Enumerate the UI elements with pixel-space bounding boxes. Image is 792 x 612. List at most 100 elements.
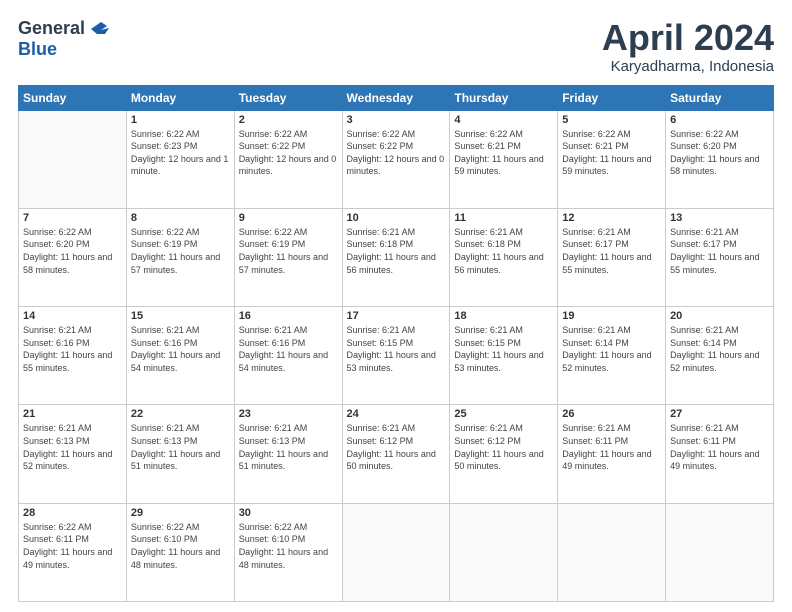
header-saturday: Saturday bbox=[666, 85, 774, 110]
day-number: 23 bbox=[239, 408, 338, 420]
day-number: 5 bbox=[562, 114, 661, 126]
day-info: Sunrise: 6:22 AM Sunset: 6:19 PM Dayligh… bbox=[131, 226, 230, 276]
table-row: 18 Sunrise: 6:21 AM Sunset: 6:15 PM Dayl… bbox=[450, 307, 558, 405]
table-row: 7 Sunrise: 6:22 AM Sunset: 6:20 PM Dayli… bbox=[19, 208, 127, 306]
day-number: 15 bbox=[131, 310, 230, 322]
table-row: 24 Sunrise: 6:21 AM Sunset: 6:12 PM Dayl… bbox=[342, 405, 450, 503]
day-number: 30 bbox=[239, 507, 338, 519]
day-number: 19 bbox=[562, 310, 661, 322]
day-number: 28 bbox=[23, 507, 122, 519]
header-tuesday: Tuesday bbox=[234, 85, 342, 110]
day-number: 21 bbox=[23, 408, 122, 420]
day-number: 8 bbox=[131, 212, 230, 224]
table-row bbox=[450, 503, 558, 601]
table-row: 20 Sunrise: 6:21 AM Sunset: 6:14 PM Dayl… bbox=[666, 307, 774, 405]
day-number: 22 bbox=[131, 408, 230, 420]
day-info: Sunrise: 6:21 AM Sunset: 6:13 PM Dayligh… bbox=[131, 422, 230, 472]
day-info: Sunrise: 6:21 AM Sunset: 6:14 PM Dayligh… bbox=[562, 324, 661, 374]
table-row: 15 Sunrise: 6:21 AM Sunset: 6:16 PM Dayl… bbox=[126, 307, 234, 405]
header: General Blue April 2024 Karyadharma, Ind… bbox=[18, 18, 774, 75]
table-row bbox=[19, 110, 127, 208]
calendar-week-row: 28 Sunrise: 6:22 AM Sunset: 6:11 PM Dayl… bbox=[19, 503, 774, 601]
table-row: 9 Sunrise: 6:22 AM Sunset: 6:19 PM Dayli… bbox=[234, 208, 342, 306]
day-number: 2 bbox=[239, 114, 338, 126]
day-info: Sunrise: 6:22 AM Sunset: 6:20 PM Dayligh… bbox=[670, 128, 769, 178]
day-info: Sunrise: 6:22 AM Sunset: 6:23 PM Dayligh… bbox=[131, 128, 230, 178]
logo: General Blue bbox=[18, 18, 109, 60]
day-number: 17 bbox=[347, 310, 446, 322]
logo-general-text: General bbox=[18, 18, 85, 39]
table-row: 3 Sunrise: 6:22 AM Sunset: 6:22 PM Dayli… bbox=[342, 110, 450, 208]
table-row: 23 Sunrise: 6:21 AM Sunset: 6:13 PM Dayl… bbox=[234, 405, 342, 503]
day-info: Sunrise: 6:21 AM Sunset: 6:11 PM Dayligh… bbox=[670, 422, 769, 472]
title-area: April 2024 Karyadharma, Indonesia bbox=[602, 18, 774, 75]
table-row: 28 Sunrise: 6:22 AM Sunset: 6:11 PM Dayl… bbox=[19, 503, 127, 601]
calendar-week-row: 21 Sunrise: 6:21 AM Sunset: 6:13 PM Dayl… bbox=[19, 405, 774, 503]
day-number: 27 bbox=[670, 408, 769, 420]
day-number: 3 bbox=[347, 114, 446, 126]
calendar-header-row: Sunday Monday Tuesday Wednesday Thursday… bbox=[19, 85, 774, 110]
table-row bbox=[342, 503, 450, 601]
day-info: Sunrise: 6:21 AM Sunset: 6:17 PM Dayligh… bbox=[670, 226, 769, 276]
table-row: 19 Sunrise: 6:21 AM Sunset: 6:14 PM Dayl… bbox=[558, 307, 666, 405]
day-number: 6 bbox=[670, 114, 769, 126]
main-title: April 2024 bbox=[602, 18, 774, 58]
day-number: 25 bbox=[454, 408, 553, 420]
table-row: 8 Sunrise: 6:22 AM Sunset: 6:19 PM Dayli… bbox=[126, 208, 234, 306]
day-number: 12 bbox=[562, 212, 661, 224]
table-row: 17 Sunrise: 6:21 AM Sunset: 6:15 PM Dayl… bbox=[342, 307, 450, 405]
day-number: 18 bbox=[454, 310, 553, 322]
table-row: 5 Sunrise: 6:22 AM Sunset: 6:21 PM Dayli… bbox=[558, 110, 666, 208]
table-row: 6 Sunrise: 6:22 AM Sunset: 6:20 PM Dayli… bbox=[666, 110, 774, 208]
table-row: 1 Sunrise: 6:22 AM Sunset: 6:23 PM Dayli… bbox=[126, 110, 234, 208]
header-thursday: Thursday bbox=[450, 85, 558, 110]
logo-bird-icon bbox=[87, 20, 109, 38]
day-info: Sunrise: 6:21 AM Sunset: 6:11 PM Dayligh… bbox=[562, 422, 661, 472]
header-sunday: Sunday bbox=[19, 85, 127, 110]
page: General Blue April 2024 Karyadharma, Ind… bbox=[0, 0, 792, 612]
day-number: 11 bbox=[454, 212, 553, 224]
day-info: Sunrise: 6:21 AM Sunset: 6:16 PM Dayligh… bbox=[131, 324, 230, 374]
day-info: Sunrise: 6:21 AM Sunset: 6:16 PM Dayligh… bbox=[23, 324, 122, 374]
day-number: 24 bbox=[347, 408, 446, 420]
day-info: Sunrise: 6:22 AM Sunset: 6:21 PM Dayligh… bbox=[454, 128, 553, 178]
day-info: Sunrise: 6:22 AM Sunset: 6:22 PM Dayligh… bbox=[239, 128, 338, 178]
table-row: 2 Sunrise: 6:22 AM Sunset: 6:22 PM Dayli… bbox=[234, 110, 342, 208]
day-info: Sunrise: 6:21 AM Sunset: 6:16 PM Dayligh… bbox=[239, 324, 338, 374]
table-row: 27 Sunrise: 6:21 AM Sunset: 6:11 PM Dayl… bbox=[666, 405, 774, 503]
day-info: Sunrise: 6:22 AM Sunset: 6:10 PM Dayligh… bbox=[239, 521, 338, 571]
calendar-table: Sunday Monday Tuesday Wednesday Thursday… bbox=[18, 85, 774, 602]
day-number: 7 bbox=[23, 212, 122, 224]
table-row: 16 Sunrise: 6:21 AM Sunset: 6:16 PM Dayl… bbox=[234, 307, 342, 405]
day-info: Sunrise: 6:22 AM Sunset: 6:21 PM Dayligh… bbox=[562, 128, 661, 178]
calendar-week-row: 14 Sunrise: 6:21 AM Sunset: 6:16 PM Dayl… bbox=[19, 307, 774, 405]
day-number: 26 bbox=[562, 408, 661, 420]
table-row: 13 Sunrise: 6:21 AM Sunset: 6:17 PM Dayl… bbox=[666, 208, 774, 306]
day-number: 1 bbox=[131, 114, 230, 126]
day-number: 10 bbox=[347, 212, 446, 224]
table-row: 29 Sunrise: 6:22 AM Sunset: 6:10 PM Dayl… bbox=[126, 503, 234, 601]
day-info: Sunrise: 6:22 AM Sunset: 6:19 PM Dayligh… bbox=[239, 226, 338, 276]
day-info: Sunrise: 6:21 AM Sunset: 6:18 PM Dayligh… bbox=[454, 226, 553, 276]
day-info: Sunrise: 6:22 AM Sunset: 6:11 PM Dayligh… bbox=[23, 521, 122, 571]
day-number: 16 bbox=[239, 310, 338, 322]
day-info: Sunrise: 6:21 AM Sunset: 6:12 PM Dayligh… bbox=[454, 422, 553, 472]
header-wednesday: Wednesday bbox=[342, 85, 450, 110]
table-row: 26 Sunrise: 6:21 AM Sunset: 6:11 PM Dayl… bbox=[558, 405, 666, 503]
day-number: 9 bbox=[239, 212, 338, 224]
table-row: 11 Sunrise: 6:21 AM Sunset: 6:18 PM Dayl… bbox=[450, 208, 558, 306]
table-row: 25 Sunrise: 6:21 AM Sunset: 6:12 PM Dayl… bbox=[450, 405, 558, 503]
table-row: 4 Sunrise: 6:22 AM Sunset: 6:21 PM Dayli… bbox=[450, 110, 558, 208]
day-number: 20 bbox=[670, 310, 769, 322]
day-number: 13 bbox=[670, 212, 769, 224]
table-row bbox=[666, 503, 774, 601]
header-monday: Monday bbox=[126, 85, 234, 110]
day-info: Sunrise: 6:22 AM Sunset: 6:10 PM Dayligh… bbox=[131, 521, 230, 571]
calendar-week-row: 7 Sunrise: 6:22 AM Sunset: 6:20 PM Dayli… bbox=[19, 208, 774, 306]
day-info: Sunrise: 6:21 AM Sunset: 6:14 PM Dayligh… bbox=[670, 324, 769, 374]
table-row: 12 Sunrise: 6:21 AM Sunset: 6:17 PM Dayl… bbox=[558, 208, 666, 306]
day-info: Sunrise: 6:21 AM Sunset: 6:15 PM Dayligh… bbox=[454, 324, 553, 374]
day-number: 4 bbox=[454, 114, 553, 126]
table-row bbox=[558, 503, 666, 601]
subtitle: Karyadharma, Indonesia bbox=[602, 58, 774, 75]
